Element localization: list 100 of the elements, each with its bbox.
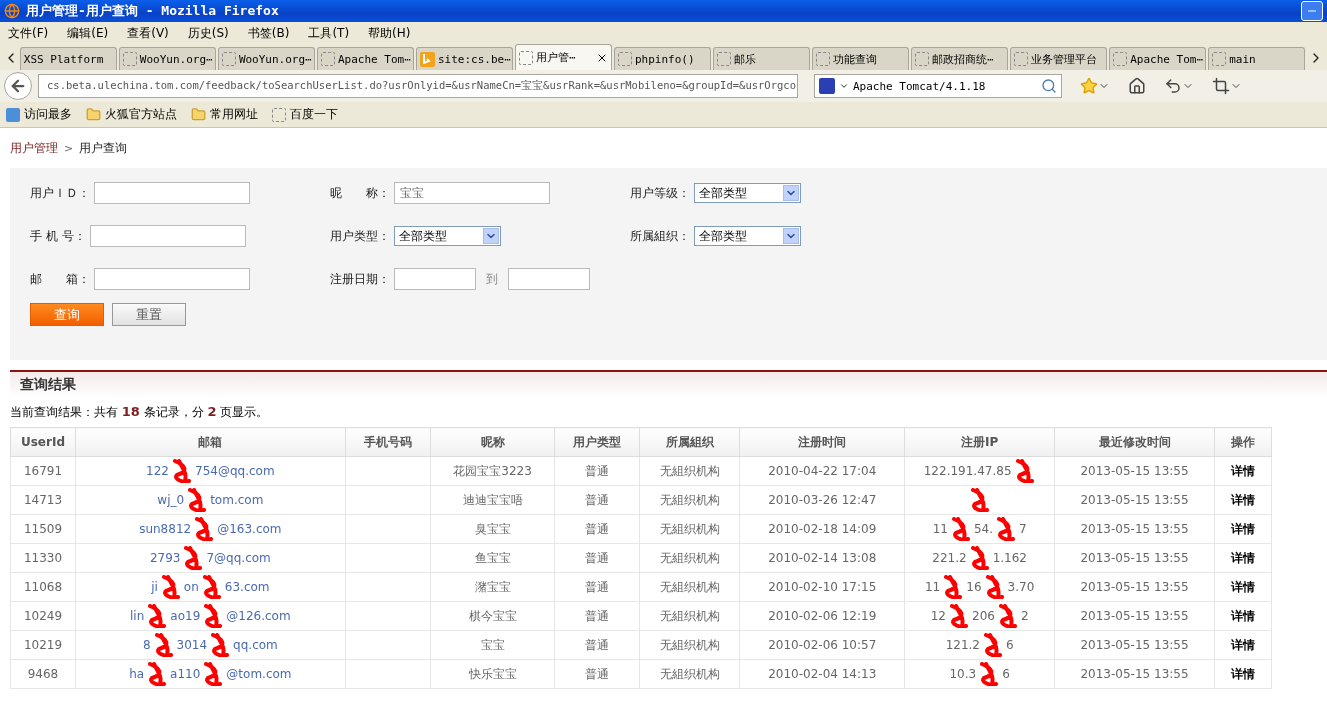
addon-icon[interactable]	[1080, 77, 1110, 95]
text-field[interactable]	[94, 182, 250, 204]
window-title: 用户管理-用户查询 - Mozilla Firefox	[26, 2, 280, 20]
browser-tab[interactable]: 业务管理平台	[1010, 47, 1108, 70]
breadcrumb-link[interactable]: 用户管理	[10, 139, 58, 157]
minimize-button[interactable]	[1301, 1, 1323, 21]
menu-item[interactable]: 书签(B)	[247, 24, 290, 42]
date-field[interactable]	[394, 268, 476, 290]
email-fragment[interactable]: ha	[129, 667, 145, 681]
text-field[interactable]	[94, 268, 250, 290]
details-link[interactable]: 详情	[1214, 543, 1272, 573]
email-fragment[interactable]: 7@qq.com	[206, 551, 271, 565]
table-cell: 普通	[555, 456, 640, 486]
details-link[interactable]: 详情	[1214, 572, 1272, 602]
email-fragment[interactable]: a110	[170, 667, 201, 681]
table-cell: 无組织机构	[639, 456, 740, 486]
redaction-scribble	[202, 604, 225, 628]
table-cell: 快乐宝宝	[430, 659, 555, 689]
table-cell: 普通	[555, 630, 640, 660]
home-icon[interactable]	[1128, 77, 1146, 95]
table-cell: 9468	[10, 659, 76, 689]
menu-item[interactable]: 帮助(H)	[368, 24, 411, 42]
email-fragment[interactable]: on	[183, 580, 199, 594]
details-link[interactable]: 详情	[1214, 630, 1272, 660]
dropdown[interactable]: 全部类型	[394, 226, 501, 246]
bookmark[interactable]: 常用网址	[191, 106, 258, 123]
browser-tab[interactable]: 邮乐	[713, 47, 811, 70]
search-icon[interactable]	[1041, 78, 1057, 94]
browser-tab[interactable]: 用户管⋯	[514, 44, 612, 70]
details-link[interactable]: 详情	[1214, 485, 1272, 515]
email-fragment[interactable]: wj_0	[157, 493, 185, 507]
email-fragment[interactable]: lin	[130, 609, 145, 623]
menu-item[interactable]: 查看(V)	[127, 24, 169, 42]
page-icon	[1212, 52, 1227, 66]
date-field[interactable]	[508, 268, 590, 290]
menu-item[interactable]: 编辑(E)	[67, 24, 109, 42]
browser-tab[interactable]: Apache Tom⋯	[316, 47, 414, 70]
browser-tab[interactable]: main	[1208, 47, 1306, 70]
back-button[interactable]	[4, 72, 32, 100]
ip-fragment: 121.2	[945, 638, 980, 652]
email-fragment[interactable]: 3014	[176, 638, 208, 652]
text-field[interactable]: 宝宝	[394, 182, 550, 204]
email-fragment[interactable]: @126.com	[226, 609, 291, 623]
email-fragment[interactable]: sun8812	[139, 522, 192, 536]
details-link[interactable]: 详情	[1214, 601, 1272, 631]
bookmark[interactable]: 百度一下	[272, 106, 338, 123]
browser-tab[interactable]: WooYun.org⋯	[217, 47, 315, 70]
email-fragment[interactable]: 8	[142, 638, 151, 652]
column-header: 所属組织	[639, 427, 740, 457]
table-cell: 11068	[10, 572, 76, 602]
browser-tab[interactable]: WooYun.org⋯	[118, 47, 216, 70]
page-icon	[717, 52, 732, 66]
reset-button[interactable]: 重置	[112, 303, 186, 326]
table-cell: 2010-02-06 12:19	[739, 601, 905, 631]
table-cell: 无組织机构	[639, 485, 740, 515]
menu-item[interactable]: 文件(F)	[8, 24, 49, 42]
address-field[interactable]: cs.beta.ulechina.tom.com/feedback/toSearchUserList.do?usrOnlyid=&usrNameCn=宝宝&usrRank=&usrMobileno=&groupId=&usrOrgco	[38, 74, 798, 98]
email-fragment[interactable]: tom.com	[210, 493, 264, 507]
browser-tab[interactable]: phpinfo()	[614, 47, 712, 70]
text-field[interactable]	[89, 225, 246, 247]
column-header: 注册时间	[739, 427, 905, 457]
column-header: 操作	[1214, 427, 1272, 457]
crop-icon[interactable]	[1212, 77, 1242, 95]
email-fragment[interactable]: ao19	[170, 609, 201, 623]
menu-item[interactable]: 工具(T)	[308, 24, 350, 42]
undo-icon[interactable]	[1164, 77, 1194, 95]
dropdown[interactable]: 全部类型	[694, 183, 801, 203]
email-fragment[interactable]: 63.com	[224, 580, 270, 594]
browser-tab[interactable]: XSS Platform	[19, 47, 117, 70]
table-cell: 潴宝宝	[430, 572, 555, 602]
page-icon	[320, 52, 335, 66]
redaction-scribble	[949, 517, 972, 541]
search-field[interactable]: Apache Tomcat/4.1.18	[814, 74, 1062, 98]
dropdown[interactable]: 全部类型	[694, 226, 801, 246]
email-fragment[interactable]: qq.com	[233, 638, 278, 652]
email-fragment[interactable]: 122	[146, 464, 169, 478]
details-link[interactable]: 详情	[1214, 514, 1272, 544]
column-header: UserId	[10, 427, 76, 457]
email-fragment[interactable]: @tom.com	[226, 667, 292, 681]
redaction-scribble	[159, 575, 182, 599]
redaction-scribble	[942, 575, 965, 599]
email-fragment[interactable]: ji	[151, 580, 158, 594]
email-fragment[interactable]: @163.com	[217, 522, 282, 536]
browser-tab[interactable]: 功能查询	[812, 47, 910, 70]
email-fragment[interactable]: 754@qq.com	[195, 464, 275, 478]
result-summary: 当前查询结果：共有 18 条记录，分 2 页显示。	[9, 403, 270, 421]
browser-tab[interactable]: Apache Tom⋯	[1109, 47, 1207, 70]
details-link[interactable]: 详情	[1214, 456, 1272, 486]
page-icon	[816, 52, 831, 66]
browser-tab[interactable]: 邮政招商统⋯	[911, 47, 1009, 70]
bookmark[interactable]: 访问最多	[6, 106, 72, 123]
email-fragment[interactable]: 2793	[149, 551, 181, 565]
menu-item[interactable]: 历史(S)	[187, 24, 229, 42]
details-link[interactable]: 详情	[1214, 659, 1272, 689]
bookmark[interactable]: 火狐官方站点	[86, 106, 177, 123]
ip-fragment: 6	[1002, 667, 1010, 681]
browser-tab[interactable]: site:cs.be⋯	[415, 47, 513, 70]
smart-folder-icon	[6, 107, 20, 122]
dropdown-icon[interactable]	[839, 81, 849, 91]
table-cell: 无組织机构	[639, 601, 740, 631]
